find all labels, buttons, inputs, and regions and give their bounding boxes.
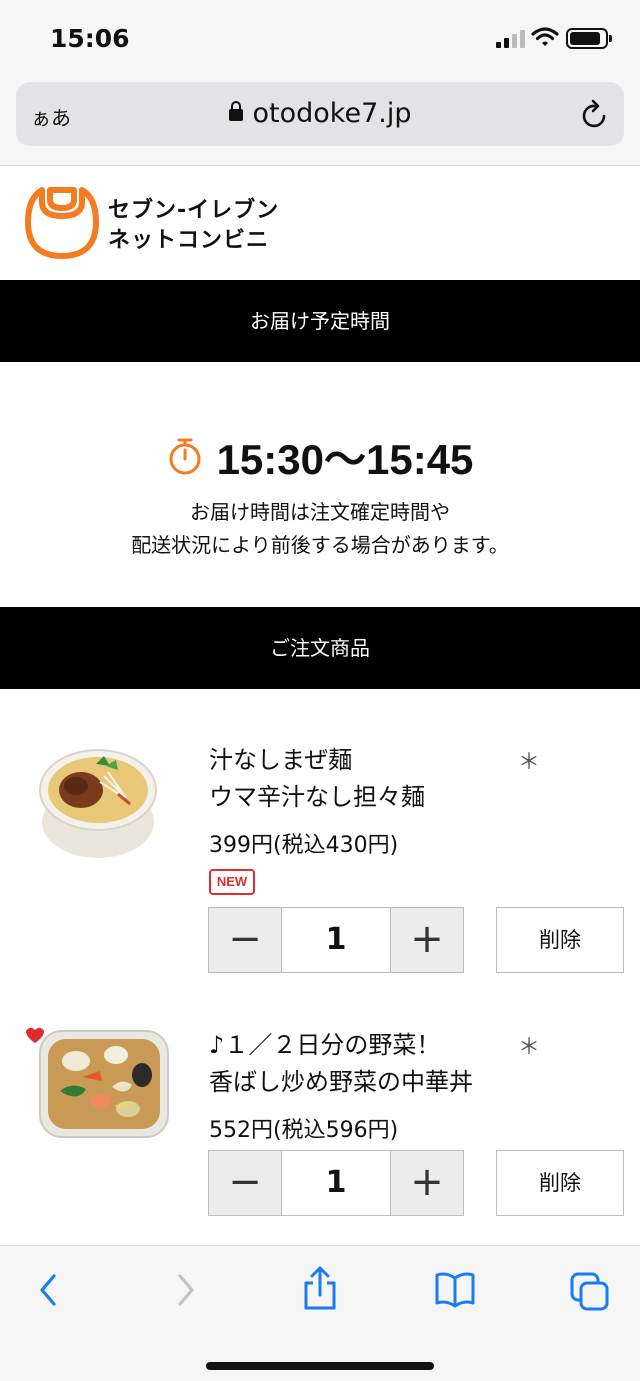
item-note-marker: ＊ [518, 750, 541, 775]
brand-line-2: ネットコンビニ [108, 228, 270, 253]
battery-icon [566, 28, 612, 49]
delivery-note-line-2: 配送状況により前後する場合があります。 [131, 533, 509, 557]
item-name-line-1: ♪１／２日分の野菜！ [209, 1031, 441, 1059]
item-name[interactable]: ♪１／２日分の野菜！ 香ばし炒め野菜の中華丼 [209, 1027, 473, 1101]
status-bar: 15:06 [0, 0, 640, 80]
item-name-line-2: 香ばし炒め野菜の中華丼 [209, 1068, 473, 1096]
seven-eleven-net-logo-icon[interactable] [24, 186, 100, 260]
tabs-icon[interactable] [570, 1272, 610, 1312]
quantity-value[interactable]: 1 [281, 1151, 391, 1215]
stopwatch-icon [169, 438, 201, 475]
cellular-signal-icon [496, 30, 525, 48]
item-name-line-1: 汁なしまぜ麺 [209, 746, 353, 774]
home-indicator [206, 1362, 434, 1370]
share-icon[interactable] [302, 1266, 338, 1312]
delivery-note: お届け時間は注文確定時間や 配送状況により前後する場合があります。 [0, 496, 640, 562]
site-header: セブン-イレブン ネットコンビニ [0, 166, 640, 280]
tantan-noodle-image [39, 749, 157, 858]
brand-name: セブン-イレブン ネットコンビニ [108, 196, 279, 256]
delivery-time-range: 15:30〜15:45 [216, 436, 474, 483]
delivery-time-panel: 15:30〜15:45 お届け時間は注文確定時間や 配送状況により前後する場合が… [0, 362, 640, 607]
item-note-marker: ＊ [518, 1035, 541, 1060]
item-name[interactable]: 汁なしまぜ麺 ウマ辛汁なし担々麺 [209, 742, 425, 816]
delete-item-button[interactable]: 削除 [496, 907, 624, 973]
item-price: 399円(税込430円) [209, 833, 399, 858]
url-text: otodoke7.jp [252, 98, 412, 129]
url-display[interactable]: otodoke7.jp [16, 98, 624, 129]
quantity-value[interactable]: 1 [281, 908, 391, 972]
quantity-stepper: − 1 + [208, 907, 464, 973]
reload-icon[interactable] [580, 98, 610, 130]
chuka-don-image [26, 1027, 169, 1138]
book-icon[interactable] [434, 1272, 476, 1308]
delivery-section-header: お届け予定時間 [0, 280, 640, 362]
lock-icon [228, 101, 243, 121]
browser-address-area: ぁあ otodoke7.jp [0, 80, 640, 166]
order-section-header: ご注文商品 [0, 607, 640, 689]
delivery-time: 15:30〜15:45 [0, 426, 640, 487]
decrease-quantity-button[interactable]: − [209, 908, 281, 972]
quantity-stepper: − 1 + [208, 1150, 464, 1216]
chevron-right-icon[interactable] [174, 1270, 198, 1310]
decrease-quantity-button[interactable]: − [209, 1151, 281, 1215]
item-name-line-2: ウマ辛汁なし担々麺 [209, 783, 425, 811]
delivery-note-line-1: お届け時間は注文確定時間や [190, 500, 450, 524]
chevron-left-icon[interactable] [36, 1270, 60, 1310]
new-badge: NEW [209, 869, 255, 895]
address-bar[interactable]: ぁあ otodoke7.jp [16, 82, 624, 146]
increase-quantity-button[interactable]: + [391, 908, 463, 972]
delete-item-button[interactable]: 削除 [496, 1150, 624, 1216]
increase-quantity-button[interactable]: + [391, 1151, 463, 1215]
wifi-icon [531, 27, 559, 46]
browser-toolbar [0, 1245, 640, 1381]
brand-line-1: セブン-イレブン [108, 198, 280, 223]
item-price: 552円(税込596円) [209, 1118, 399, 1143]
status-time: 15:06 [50, 24, 130, 53]
